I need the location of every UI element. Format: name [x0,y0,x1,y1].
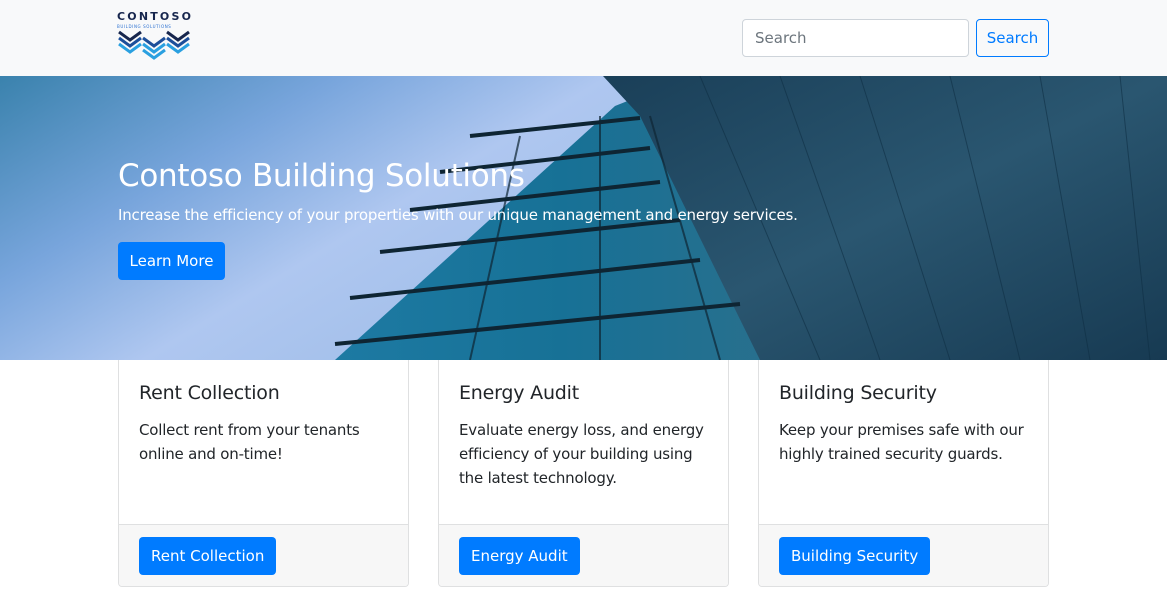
hero-title: Contoso Building Solutions [118,158,525,194]
building-security-button[interactable]: Building Security [779,537,931,575]
rent-collection-button[interactable]: Rent Collection [139,537,277,575]
card-title: Energy Audit [459,382,579,404]
hero-subtitle: Increase the efficiency of your properti… [118,206,798,224]
card-title: Rent Collection [139,382,280,404]
card-text: Collect rent from your tenants online an… [139,421,360,463]
card-text: Evaluate energy loss, and energy efficie… [459,421,704,487]
card-energy-audit: Energy Audit Evaluate energy loss, and e… [438,360,729,587]
logo-chevrons-icon [118,30,190,60]
search-input[interactable] [742,19,969,57]
learn-more-button[interactable]: Learn More [118,242,225,280]
contoso-logo[interactable]: CONTOSO BUILDING SOLUTIONS [117,10,193,66]
hero-banner: Contoso Building Solutions Increase the … [0,76,1167,360]
logo-wordmark: CONTOSO [117,10,194,23]
energy-audit-button[interactable]: Energy Audit [459,537,580,575]
search-button[interactable]: Search [976,19,1049,57]
card-text: Keep your premises safe with our highly … [779,421,1024,463]
card-building-security: Building Security Keep your premises saf… [758,360,1049,587]
card-footer: Building Security [759,524,1048,586]
card-title: Building Security [779,382,937,404]
card-rent-collection: Rent Collection Collect rent from your t… [118,360,409,587]
card-footer: Energy Audit [439,524,728,586]
navbar: CONTOSO BUILDING SOLUTIONS Search [0,0,1167,76]
card-footer: Rent Collection [119,524,408,586]
